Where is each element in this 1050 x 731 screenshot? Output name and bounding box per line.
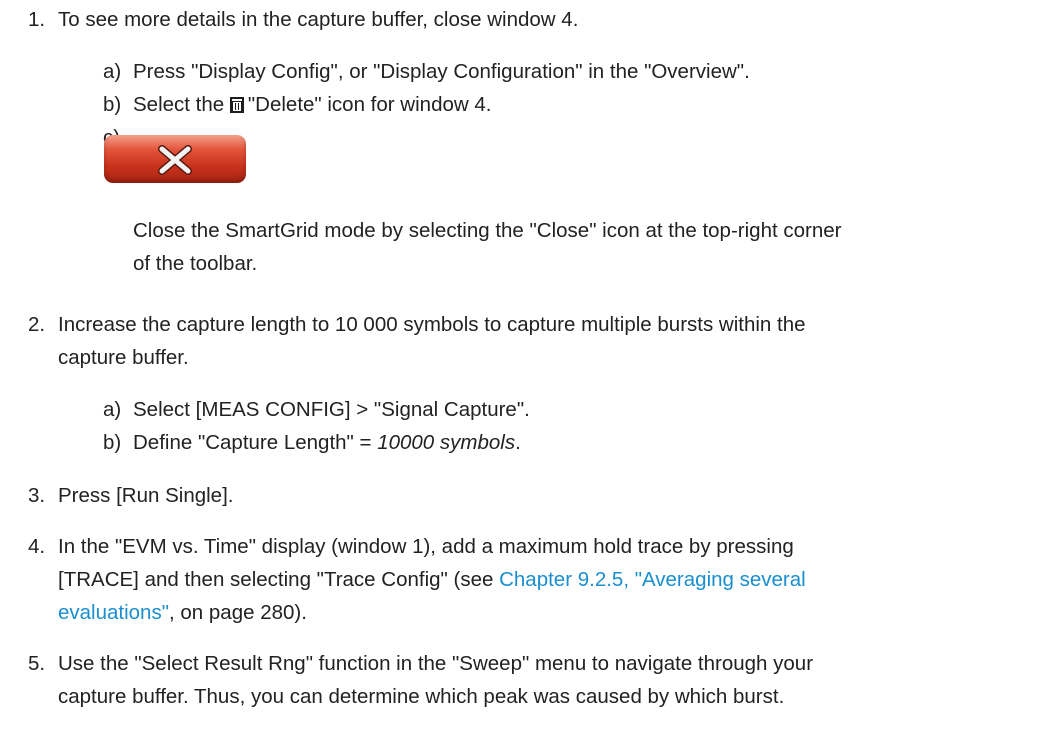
close-x-icon [104, 135, 246, 183]
substep-text-post: . [515, 431, 521, 454]
step-text: Press [Run Single]. [58, 484, 234, 507]
chapter-link[interactable]: Chapter 9.2.5, "Averaging several [499, 568, 806, 591]
substep-text-pre: Define "Capture Length" = [133, 431, 378, 454]
substep-label: a) [103, 398, 122, 421]
step-number: 2. [28, 313, 46, 336]
step-number: 1. [28, 8, 46, 31]
substep-text: Close the SmartGrid mode by selecting th… [133, 219, 842, 242]
step-text: To see more details in the capture buffe… [58, 8, 579, 31]
step-number: 5. [28, 652, 46, 675]
step-text: capture buffer. Thus, you can determine … [58, 685, 785, 708]
emphasis-value: 10000 symbols [377, 431, 516, 454]
step-number: 4. [28, 535, 46, 558]
substep-text: Press "Display Config", or "Display Conf… [133, 60, 750, 83]
substep-label: b) [103, 93, 122, 116]
step-text: Increase the capture length to 10 000 sy… [58, 313, 806, 336]
step-text: capture buffer. [58, 346, 189, 369]
substep-text-post: "Delete" icon for window 4. [247, 93, 492, 116]
step-text: Use the "Select Result Rng" function in … [58, 652, 814, 675]
step-text: [TRACE] and then selecting "Trace Config… [58, 568, 500, 591]
step-text: , on page 280). [169, 601, 307, 624]
document-page: 1. To see more details in the capture bu… [0, 0, 1050, 731]
substep-text-pre: Select the [133, 93, 225, 116]
trash-icon [229, 97, 244, 113]
chapter-link[interactable]: evaluations" [58, 601, 169, 624]
substep-text: of the toolbar. [133, 252, 258, 275]
substep-text: Select [MEAS CONFIG] > "Signal Capture". [133, 398, 530, 421]
substep-label: a) [103, 60, 122, 83]
step-number: 3. [28, 484, 46, 507]
step-text: In the "EVM vs. Time" display (window 1)… [58, 535, 794, 558]
substep-label: b) [103, 431, 122, 454]
